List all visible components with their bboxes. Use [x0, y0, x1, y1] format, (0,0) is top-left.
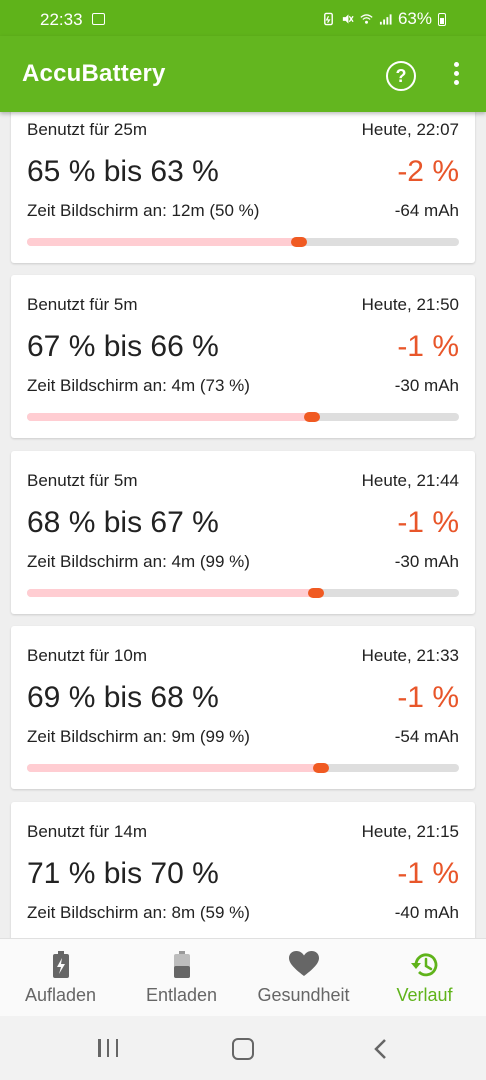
home-icon[interactable]	[232, 1038, 254, 1060]
recents-icon[interactable]	[98, 1039, 118, 1057]
battery-level-bar	[27, 588, 459, 598]
app-title: AccuBattery	[22, 60, 166, 87]
battery-icon	[438, 12, 446, 26]
bar-fill	[27, 413, 312, 421]
percent-change: -2 %	[397, 155, 459, 188]
screen-on-time: Zeit Bildschirm an: 12m (50 %)	[27, 201, 260, 220]
used-duration: Benutzt für 5m	[27, 295, 138, 314]
battery-saver-icon	[324, 12, 333, 26]
heart-icon	[288, 951, 319, 976]
session-date: Heute, 22:07	[361, 120, 459, 139]
mah-used: -64 mAh	[394, 201, 459, 220]
nav-entladen[interactable]: Entladen	[121, 939, 242, 1017]
percent-change: -1 %	[397, 857, 459, 890]
bar-knob	[313, 763, 329, 773]
signal-icon	[379, 14, 392, 25]
battery-level-bar	[27, 412, 459, 422]
session-date: Heute, 21:44	[361, 471, 459, 490]
app-bar: AccuBattery ?	[0, 36, 486, 112]
session-date: Heute, 21:15	[361, 822, 459, 841]
nav-gesundheit[interactable]: Gesundheit	[243, 939, 364, 1017]
nav-label: Verlauf	[396, 985, 453, 1005]
session-list[interactable]: Benutzt für 25m Heute, 22:07 65 % bis 63…	[0, 112, 486, 938]
nav-verlauf[interactable]: Verlauf	[364, 939, 485, 1017]
bar-knob	[304, 412, 320, 422]
screen-on-time: Zeit Bildschirm an: 9m (99 %)	[27, 727, 250, 746]
used-duration: Benutzt für 14m	[27, 822, 148, 841]
nav-label: Entladen	[145, 985, 218, 1005]
percent-change: -1 %	[397, 681, 459, 714]
mah-used: -30 mAh	[394, 552, 459, 571]
session-card[interactable]: Benutzt für 5m Heute, 21:50 67 % bis 66 …	[11, 275, 475, 438]
bar-fill	[27, 764, 321, 772]
percent-range: 68 % bis 67 %	[27, 506, 219, 539]
percent-range: 67 % bis 66 %	[27, 330, 219, 363]
status-bar: 22:33 63%	[0, 0, 486, 36]
history-icon	[410, 953, 437, 977]
used-duration: Benutzt für 10m	[27, 646, 148, 665]
charging-battery-icon	[52, 951, 69, 978]
status-time: 22:33	[40, 10, 83, 29]
percent-range: 69 % bis 68 %	[27, 681, 219, 714]
mah-used: -30 mAh	[394, 376, 459, 395]
session-date: Heute, 21:50	[361, 295, 459, 314]
percent-change: -1 %	[397, 506, 459, 539]
back-icon[interactable]	[373, 1038, 387, 1060]
session-card[interactable]: Benutzt für 10m Heute, 21:33 69 % bis 68…	[11, 626, 475, 789]
bar-knob	[308, 588, 324, 598]
bar-fill	[27, 238, 299, 246]
battery-level-bar	[27, 763, 459, 773]
session-card[interactable]: Benutzt für 14m Heute, 21:15 71 % bis 70…	[11, 802, 475, 938]
wifi-icon	[360, 14, 373, 24]
percent-range: 71 % bis 70 %	[27, 857, 219, 890]
bar-fill	[27, 589, 316, 597]
screen-on-time: Zeit Bildschirm an: 4m (99 %)	[27, 552, 250, 571]
system-navigation-bar	[0, 1016, 486, 1080]
session-card[interactable]: Benutzt für 25m Heute, 22:07 65 % bis 63…	[11, 112, 475, 263]
help-circle-icon[interactable]: ?	[386, 61, 416, 91]
bottom-navigation: Aufladen Entladen Gesundheit Verlauf	[0, 938, 486, 1017]
battery-percent: 63%	[397, 9, 432, 28]
nav-label: Gesundheit	[257, 985, 350, 1005]
mah-used: -40 mAh	[394, 903, 459, 922]
screen-on-time: Zeit Bildschirm an: 4m (73 %)	[27, 376, 250, 395]
nav-aufladen[interactable]: Aufladen	[0, 939, 121, 1017]
session-date: Heute, 21:33	[361, 646, 459, 665]
used-duration: Benutzt für 5m	[27, 471, 138, 490]
discharging-battery-icon	[173, 951, 190, 978]
percent-range: 65 % bis 63 %	[27, 155, 219, 188]
used-duration: Benutzt für 25m	[27, 120, 148, 139]
session-card[interactable]: Benutzt für 5m Heute, 21:44 68 % bis 67 …	[11, 451, 475, 614]
screen-on-time: Zeit Bildschirm an: 8m (59 %)	[27, 903, 250, 922]
percent-change: -1 %	[397, 330, 459, 363]
bar-knob	[291, 237, 307, 247]
mute-icon	[342, 14, 354, 24]
nav-label: Aufladen	[24, 985, 97, 1005]
more-vert-icon[interactable]	[450, 62, 462, 88]
status-icons: 63%	[322, 9, 446, 29]
image-notification-icon	[92, 13, 105, 25]
battery-level-bar	[27, 237, 459, 247]
mah-used: -54 mAh	[394, 727, 459, 746]
